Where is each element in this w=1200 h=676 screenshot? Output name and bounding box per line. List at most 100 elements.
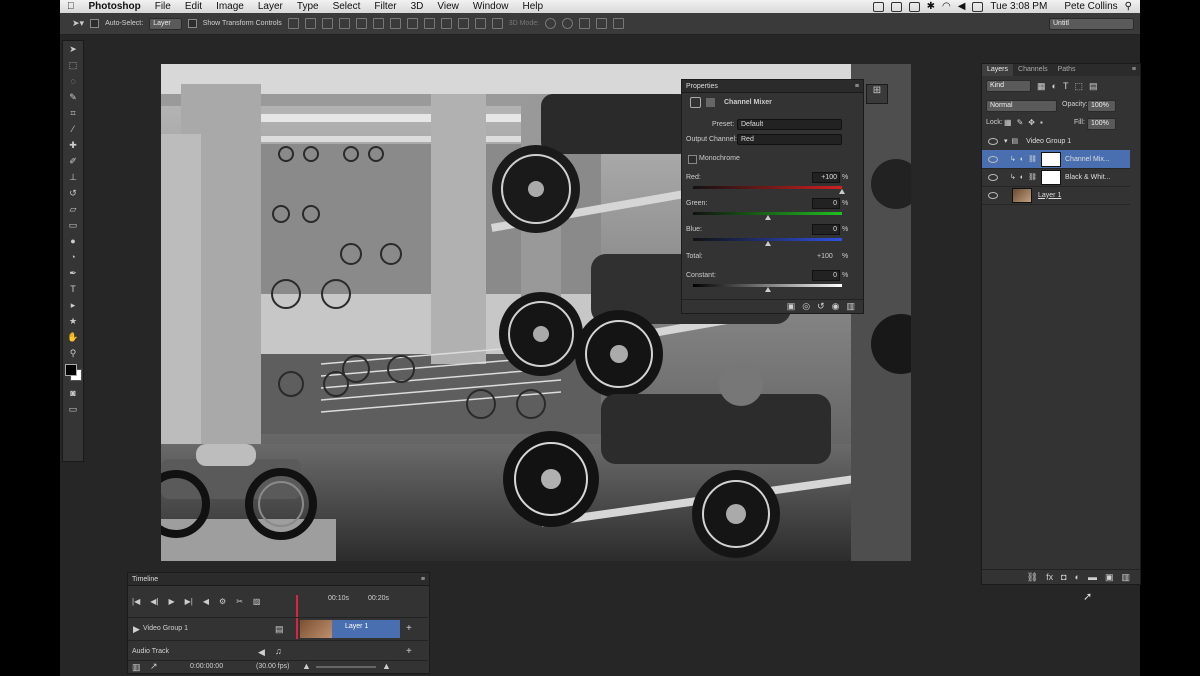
shape-tool-icon[interactable]: ★ bbox=[63, 313, 83, 329]
time-machine-icon[interactable] bbox=[908, 1, 920, 12]
screen-mode-icon[interactable]: ▭ bbox=[63, 401, 83, 417]
zoom-out-icon[interactable]: ▲ bbox=[302, 661, 311, 671]
blend-mode-dropdown[interactable]: Normal bbox=[986, 100, 1057, 112]
screen-icon[interactable] bbox=[872, 1, 884, 12]
tab-layers[interactable]: Layers bbox=[982, 64, 1014, 76]
layer-name[interactable]: Channel Mix... bbox=[1065, 156, 1110, 163]
move-tool-icon[interactable]: ➤ bbox=[63, 41, 83, 57]
layer-mask-thumbnail[interactable] bbox=[1041, 151, 1061, 167]
clip-to-layer-icon[interactable]: ▣ bbox=[787, 301, 796, 312]
visibility-eye-icon[interactable] bbox=[988, 173, 998, 181]
brush-tool-icon[interactable]: ✐ bbox=[63, 153, 83, 169]
mask-icon[interactable] bbox=[706, 98, 715, 107]
track-disclosure-icon[interactable]: ▶ bbox=[133, 624, 140, 635]
fill-field[interactable]: 100% bbox=[1087, 118, 1116, 130]
add-media-icon[interactable]: + bbox=[406, 623, 412, 634]
green-value-field[interactable]: 0 bbox=[812, 198, 840, 209]
constant-value-field[interactable]: 0 bbox=[812, 270, 840, 281]
menubar-clock[interactable]: Tue 3:08 PM bbox=[990, 1, 1047, 12]
zoom-in-icon[interactable]: ▲ bbox=[382, 661, 391, 671]
opacity-field[interactable]: 100% bbox=[1087, 100, 1116, 112]
layer-name[interactable]: Video Group 1 bbox=[1026, 138, 1071, 145]
align-hcenter-icon[interactable] bbox=[355, 18, 367, 29]
first-frame-icon[interactable]: |◀ bbox=[132, 597, 140, 606]
bluetooth-icon[interactable]: ✱ bbox=[927, 1, 935, 12]
type-tool-icon[interactable]: T bbox=[63, 281, 83, 297]
stamp-tool-icon[interactable]: ⊥ bbox=[63, 169, 83, 185]
quick-select-tool-icon[interactable]: ✎ bbox=[63, 89, 83, 105]
blur-tool-icon[interactable]: ● bbox=[63, 233, 83, 249]
menu-file[interactable]: File bbox=[148, 1, 178, 12]
distribute-left-icon[interactable] bbox=[440, 18, 452, 29]
hand-tool-icon[interactable]: ✋ bbox=[63, 329, 83, 345]
convert-icon[interactable]: ↗ bbox=[150, 661, 158, 672]
add-mask-icon[interactable]: ◘ bbox=[1061, 572, 1066, 582]
next-frame-icon[interactable]: ▶| bbox=[185, 597, 193, 606]
healing-tool-icon[interactable]: ✚ bbox=[63, 137, 83, 153]
align-right-icon[interactable] bbox=[372, 18, 384, 29]
transition-icon[interactable]: ▨ bbox=[253, 597, 261, 606]
color-swatches[interactable] bbox=[63, 361, 83, 385]
link-layers-icon[interactable]: ⛓ bbox=[1027, 572, 1038, 583]
layer-name[interactable]: Black & Whit... bbox=[1065, 174, 1111, 181]
zoom-tool-icon[interactable]: ⚲ bbox=[63, 345, 83, 361]
menu-layer[interactable]: Layer bbox=[251, 1, 290, 12]
menu-app-name[interactable]: Photoshop bbox=[82, 1, 148, 12]
path-select-tool-icon[interactable]: ▸ bbox=[63, 297, 83, 313]
red-slider-thumb[interactable] bbox=[839, 189, 845, 194]
auto-select-dropdown[interactable]: Layer bbox=[149, 17, 182, 30]
trash-icon[interactable]: ▥ bbox=[846, 301, 855, 312]
play-icon[interactable]: ▶ bbox=[168, 597, 174, 606]
menubar-user[interactable]: Pete Collins bbox=[1064, 1, 1117, 12]
visibility-eye-icon[interactable] bbox=[988, 155, 998, 163]
panel-menu-icon[interactable]: ≡ bbox=[1132, 64, 1136, 76]
layer-name[interactable]: Layer 1 bbox=[1038, 192, 1061, 199]
apple-icon[interactable]:  bbox=[60, 1, 82, 12]
music-note-icon[interactable]: ♫ bbox=[275, 646, 282, 656]
visibility-eye-icon[interactable] bbox=[988, 137, 998, 145]
align-bottom-icon[interactable] bbox=[321, 18, 333, 29]
fx-icon[interactable]: fx bbox=[1046, 572, 1053, 582]
link-icon[interactable]: ⛓ bbox=[1028, 173, 1037, 181]
filter-type-icon[interactable]: T bbox=[1063, 81, 1069, 91]
3d-roll-icon[interactable] bbox=[562, 18, 574, 29]
disclosure-triangle-icon[interactable]: ▾ bbox=[1004, 137, 1008, 145]
menu-help[interactable]: Help bbox=[515, 1, 550, 12]
layer-row-layer-1[interactable]: Layer 1 bbox=[982, 186, 1130, 205]
green-slider[interactable] bbox=[693, 212, 842, 220]
track-media-icon[interactable]: ▤ bbox=[275, 624, 284, 635]
preset-dropdown[interactable]: Default bbox=[737, 119, 842, 130]
tab-paths[interactable]: Paths bbox=[1053, 64, 1081, 76]
output-channel-dropdown[interactable]: Red bbox=[737, 134, 842, 145]
auto-select-checkbox[interactable] bbox=[90, 19, 100, 28]
distribute-bottom-icon[interactable] bbox=[423, 18, 435, 29]
menu-filter[interactable]: Filter bbox=[367, 1, 403, 12]
layer-row-video-group[interactable]: ▾ ▤ Video Group 1 bbox=[982, 132, 1130, 151]
lock-position-icon[interactable]: ✥ bbox=[1028, 118, 1035, 127]
distribute-right-icon[interactable] bbox=[474, 18, 486, 29]
3d-rotate-icon[interactable] bbox=[545, 18, 557, 29]
new-adjustment-icon[interactable]: ◐ bbox=[1075, 572, 1080, 582]
lock-all-icon[interactable]: ▪ bbox=[1040, 118, 1043, 127]
layer-filter-dropdown[interactable]: Kind bbox=[986, 80, 1031, 92]
monochrome-checkbox[interactable] bbox=[688, 155, 697, 164]
distribute-hcenter-icon[interactable] bbox=[457, 18, 469, 29]
visibility-eye-icon[interactable] bbox=[988, 191, 998, 199]
filter-smart-icon[interactable]: ▤ bbox=[1089, 81, 1098, 92]
history-brush-tool-icon[interactable]: ↺ bbox=[63, 185, 83, 201]
menu-view[interactable]: View bbox=[430, 1, 466, 12]
menu-type[interactable]: Type bbox=[290, 1, 326, 12]
visibility-icon[interactable]: ◉ bbox=[832, 301, 840, 312]
reset-icon[interactable]: ↺ bbox=[817, 301, 825, 312]
add-audio-icon[interactable]: + bbox=[406, 646, 412, 657]
constant-slider-thumb[interactable] bbox=[764, 287, 771, 292]
constant-slider[interactable] bbox=[693, 284, 842, 292]
menu-select[interactable]: Select bbox=[326, 1, 368, 12]
timeline-title-bar[interactable]: Timeline ≡ bbox=[128, 573, 429, 586]
red-value-field[interactable]: +100 bbox=[812, 172, 840, 183]
prev-frame-icon[interactable]: ◀| bbox=[150, 597, 158, 606]
workspace-dropdown[interactable]: Untitl bbox=[1049, 17, 1134, 30]
lock-transparency-icon[interactable]: ▦ bbox=[1004, 118, 1012, 127]
quick-mask-icon[interactable]: ◙ bbox=[63, 385, 83, 401]
settings-gear-icon[interactable]: ⚙ bbox=[219, 597, 226, 606]
